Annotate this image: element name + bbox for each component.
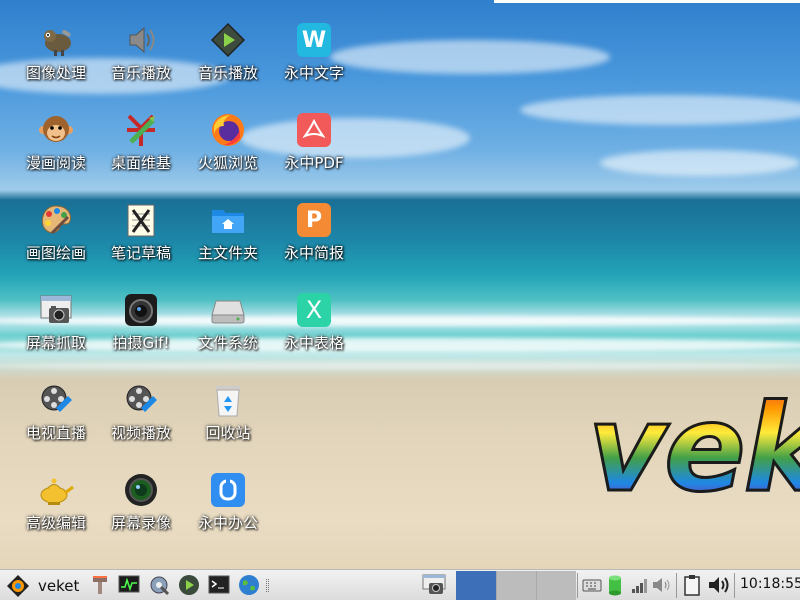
tray-separator — [676, 573, 677, 598]
desktop-icon-label: 音乐播放 — [197, 64, 258, 82]
globe-icon[interactable] — [237, 573, 261, 597]
top-edge-bar — [494, 0, 800, 3]
desktop-icon-yozo-presentation[interactable]: P 永中简报 — [271, 200, 357, 284]
cloud — [600, 150, 800, 176]
desktop-icon-label: 永中表格 — [283, 334, 344, 352]
palette-icon — [38, 202, 74, 238]
speaker-icon — [123, 22, 159, 58]
tray-separator — [734, 573, 735, 598]
desktop-icon-label: 永中文字 — [283, 64, 344, 82]
firefox-icon — [210, 112, 246, 148]
desktop-icon-screen-recorder[interactable]: 屏幕录像 — [98, 470, 184, 554]
yozo-presentation-icon: P — [296, 202, 332, 238]
desktop-icon-paint[interactable]: 画图绘画 — [13, 200, 99, 284]
drive-icon — [210, 292, 246, 328]
desktop-icon-label: 拍摄Gif! — [112, 334, 170, 352]
desktop-icon-label: 视频播放 — [110, 424, 171, 442]
workspace-3[interactable] — [536, 571, 576, 600]
desktop-icon-yozo-pdf[interactable]: 永中PDF — [271, 110, 357, 194]
desktop-icon-label: 笔记草稿 — [110, 244, 171, 262]
desktop-icon-yozo-writer[interactable]: W 永中文字 — [271, 20, 357, 104]
keyboard-icon[interactable] — [580, 573, 604, 597]
volume-small-icon[interactable] — [650, 573, 674, 597]
desktop-icon-music-player[interactable]: 音乐播放 — [98, 20, 184, 104]
system-monitor-icon[interactable] — [117, 573, 141, 597]
recycle-bin-icon — [210, 382, 246, 418]
yozo-spreadsheet-icon: X — [296, 292, 332, 328]
workspace-1[interactable] — [456, 571, 496, 600]
desktop-icon-label: 音乐播放 — [110, 64, 171, 82]
volume-icon[interactable] — [707, 573, 731, 597]
database-icon[interactable] — [603, 573, 627, 597]
gimp-icon — [38, 22, 74, 58]
desktop-icon-label: 高级编辑 — [25, 514, 86, 532]
desktop-icon-label: 火狐浏览 — [197, 154, 258, 172]
media-play-icon[interactable] — [177, 573, 201, 597]
taskbar: veket 10:18:55 — [0, 569, 800, 600]
desktop-icon-file-system[interactable]: 文件系统 — [185, 290, 271, 374]
veket-logo: veke — [587, 379, 800, 521]
desktop-icon-label: 永中PDF — [284, 154, 344, 172]
tv-reel-icon — [38, 382, 74, 418]
desktop-icon-label: 文件系统 — [197, 334, 258, 352]
yozo-office-icon — [210, 472, 246, 508]
desktop-icon-label: 画图绘画 — [25, 244, 86, 262]
notepad-icon — [123, 202, 159, 238]
desktop-icon-label: 主文件夹 — [197, 244, 258, 262]
desktop-icon-label: 永中办公 — [197, 514, 258, 532]
screenshot-icon — [38, 292, 74, 328]
desktop-icon-live-tv[interactable]: 电视直播 — [13, 380, 99, 464]
yozo-writer-icon: W — [296, 22, 332, 58]
desktop-icon-label: 桌面维基 — [110, 154, 171, 172]
paintbrush-icon[interactable] — [88, 573, 112, 597]
desktop-icon-label: 屏幕录像 — [110, 514, 171, 532]
start-menu-button[interactable]: veket — [6, 573, 79, 598]
lamp-icon — [38, 472, 74, 508]
network-signal-icon[interactable] — [628, 573, 652, 597]
wiki-icon — [123, 112, 159, 148]
desktop-icon-media-player[interactable]: 音乐播放 — [185, 20, 271, 104]
cloud — [330, 40, 610, 74]
desktop-icon-gif-capture[interactable]: 拍摄Gif! — [98, 290, 184, 374]
desktop-icon-label: 图像处理 — [25, 64, 86, 82]
desktop-icon-notes[interactable]: 笔记草稿 — [98, 200, 184, 284]
veket-menu-icon — [7, 574, 29, 597]
desktop-icon-firefox[interactable]: 火狐浏览 — [185, 110, 271, 194]
desktop-icon-screen-capture[interactable]: 屏幕抓取 — [13, 290, 99, 374]
desktop-icon-label: 漫画阅读 — [25, 154, 86, 172]
screenshot-icon[interactable] — [421, 573, 447, 597]
camera-icon — [123, 292, 159, 328]
clipboard-icon[interactable] — [680, 573, 704, 597]
clock[interactable]: 10:18:55 — [740, 576, 800, 592]
desktop-icon-recycle-bin[interactable]: 回收站 — [185, 380, 271, 464]
desktop-icon-video-player[interactable]: 视频播放 — [98, 380, 184, 464]
settings-icon[interactable] — [147, 573, 171, 597]
tray-separator — [577, 573, 578, 598]
desktop-icon-label: 永中简报 — [283, 244, 344, 262]
media-player-icon — [210, 22, 246, 58]
workspace-2[interactable] — [496, 571, 536, 600]
taskbar-grip[interactable] — [266, 579, 269, 592]
desktop-icon-desktop-wiki[interactable]: 桌面维基 — [98, 110, 184, 194]
monkey-icon — [38, 112, 74, 148]
terminal-icon[interactable] — [207, 573, 231, 597]
desktop-icon-home-folder[interactable]: 主文件夹 — [185, 200, 271, 284]
desktop-icon-yozo-spreadsheet[interactable]: X 永中表格 — [271, 290, 357, 374]
yozo-pdf-icon — [296, 112, 332, 148]
desktop: 图像处理 音乐播放 音乐播放 W 永中文字 漫画阅读 桌面维基 火狐浏览 永中P… — [0, 0, 800, 569]
desktop-icon-label: 回收站 — [205, 424, 251, 442]
lens-icon — [123, 472, 159, 508]
desktop-icon-label: 电视直播 — [25, 424, 86, 442]
desktop-icon-advanced-editor[interactable]: 高级编辑 — [13, 470, 99, 554]
desktop-icon-label: 屏幕抓取 — [25, 334, 86, 352]
video-reel-icon — [123, 382, 159, 418]
home-folder-icon — [210, 202, 246, 238]
desktop-icon-comic-reader[interactable]: 漫画阅读 — [13, 110, 99, 194]
cloud — [520, 95, 800, 125]
desktop-icon-gimp[interactable]: 图像处理 — [13, 20, 99, 104]
desktop-icon-yozo-office[interactable]: 永中办公 — [185, 470, 271, 554]
start-menu-label: veket — [38, 576, 80, 595]
